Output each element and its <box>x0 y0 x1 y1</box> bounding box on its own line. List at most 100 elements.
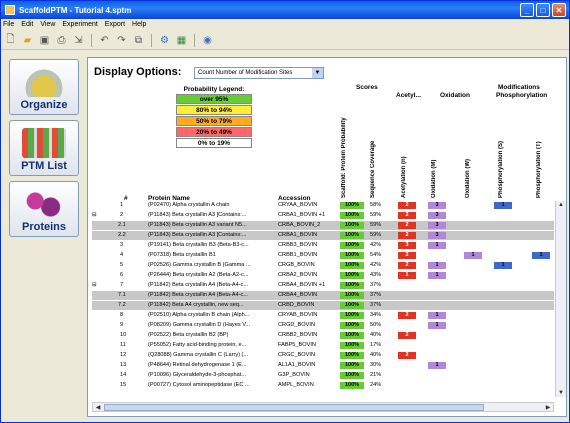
horizontal-scroll-thumb[interactable] <box>104 404 484 411</box>
table-row[interactable]: 14 (P10096) Glyceraldehyde-3-phosphat... G… <box>92 371 554 380</box>
help-icon[interactable]: ◉ <box>201 34 214 47</box>
table-row[interactable]: ⊟ 7 (P11842) Beta crystallin A4 (Beta-A4-c… <box>92 281 554 290</box>
table-row[interactable]: 7.2 (P11842) Beta A4 crystallin, new seq.… <box>92 301 554 310</box>
column-protein-probability-header[interactable]: Scaffold: Protein Probability <box>341 108 347 198</box>
legend-item-label: 0% to 19% <box>197 139 231 147</box>
acetylation-count: 2 <box>398 262 416 269</box>
menu-file[interactable]: File <box>3 21 14 28</box>
probability-badge: 100% <box>340 332 364 339</box>
expand-toggle-icon[interactable]: ⊟ <box>92 281 98 290</box>
phosphorylation-s-count: 1 <box>494 262 512 269</box>
sequence-coverage: 54% <box>370 252 382 258</box>
probability-badge: 100% <box>340 352 364 359</box>
close-button[interactable]: ✕ <box>552 3 566 17</box>
scroll-up-icon[interactable]: ▲ <box>556 201 566 209</box>
new-file-icon[interactable]: 🗋 <box>4 34 17 47</box>
table-grid-icon <box>22 128 66 158</box>
protein-molecule-icon <box>22 189 66 219</box>
row-number: 7.1 <box>118 292 126 298</box>
column-oxidation-m-header[interactable]: Oxidation (M) <box>431 148 437 198</box>
nav-ptm-list-button[interactable]: PTM List <box>9 120 79 176</box>
table-row[interactable]: 6 (P26444) Beta crystallin A2 (Beta-A2-c.… <box>92 271 554 280</box>
protein-name: (P11843) Beta crystallin A3 variant N5..… <box>148 222 247 228</box>
sequence-coverage: 42% <box>370 242 382 248</box>
table-row[interactable]: 2.1 (P11843) Beta crystallin A3 variant N… <box>92 221 554 230</box>
settings-icon[interactable]: ⚙ <box>158 34 171 47</box>
sequence-coverage: 37% <box>370 302 382 308</box>
acetylation-count: 1 <box>398 272 416 279</box>
column-sequence-coverage-header[interactable]: Sequence Coverage <box>370 116 376 198</box>
row-number: 12 <box>120 352 127 358</box>
minimize-button[interactable]: _ <box>520 3 534 17</box>
table-row[interactable]: 11 (P55052) Fatty acid-binding protein, e… <box>92 341 554 350</box>
table-row[interactable]: 3 (P19141) Beta crystallin B3 (Beta-B3-c.… <box>92 241 554 250</box>
row-number: 11 <box>120 342 126 348</box>
protein-name: (P11842) Beta crystallin A4 (Beta-A4-c..… <box>148 282 249 288</box>
column-phosphorylation-s-header[interactable]: Phosphorylation (S) <box>498 130 504 198</box>
menu-edit[interactable]: Edit <box>21 21 33 28</box>
table-row[interactable]: 8 (P02510) Alpha crystallin B chain (Alph… <box>92 311 554 320</box>
app-icon <box>5 5 15 15</box>
open-folder-icon[interactable]: ▰ <box>21 34 34 47</box>
probability-badge: 100% <box>340 202 364 209</box>
flask-icon <box>22 67 66 97</box>
probability-badge: 100% <box>340 282 364 289</box>
scroll-left-icon[interactable]: ◀ <box>93 403 103 411</box>
toolbar-separator <box>194 34 195 47</box>
probability-badge: 100% <box>340 272 364 279</box>
menu-experiment[interactable]: Experiment <box>62 21 97 28</box>
maximize-button[interactable]: □ <box>536 3 550 17</box>
nav-organize-button[interactable]: Organize <box>9 59 79 115</box>
probability-badge: 100% <box>340 242 364 249</box>
acetyl-group-header: Acetyl... <box>396 92 421 99</box>
app-window: ScaffoldPTM - Tutorial 4.sptm _ □ ✕ File… <box>0 0 570 423</box>
menu-view[interactable]: View <box>40 21 55 28</box>
table-row[interactable]: 1 (P02470) Alpha crystallin A chain CRYAA_… <box>92 201 554 210</box>
save-icon[interactable]: ▣ <box>38 34 51 47</box>
column-oxidation-w-header[interactable]: Oxidation (W) <box>465 148 471 198</box>
modifications-header: Modifications <box>498 84 540 91</box>
protein-name: (Q28088) Gamma crystallin C (Larry) (... <box>148 352 249 358</box>
protein-name: (P11842) Beta A4 crystallin, new seq... <box>148 302 244 308</box>
undo-icon[interactable]: ↶ <box>98 34 111 47</box>
row-number: 15 <box>120 382 127 388</box>
scroll-down-icon[interactable]: ▼ <box>556 389 566 397</box>
nav-proteins-button[interactable]: Proteins <box>9 181 79 237</box>
protein-name: (P11843) Beta crystallin A3 [Contains:..… <box>148 232 247 238</box>
display-options-select[interactable]: Count Number of Modification Sites ▼ <box>194 67 324 79</box>
horizontal-scrollbar[interactable]: ◀ ▶ <box>92 402 554 412</box>
table-row[interactable]: 7.1 (P11842) Beta crystallin A4 (Beta-A4-… <box>92 291 554 300</box>
table-row[interactable]: 15 (P00727) Cytosol aminopeptidase (EC ..… <box>92 381 554 390</box>
sequence-coverage: 40% <box>370 332 382 338</box>
menu-help[interactable]: Help <box>132 21 146 28</box>
menu-export[interactable]: Export <box>105 21 125 28</box>
sequence-coverage: 59% <box>370 212 382 218</box>
scroll-right-icon[interactable]: ▶ <box>543 403 553 411</box>
sequence-coverage: 17% <box>370 342 382 348</box>
copy-icon[interactable]: ⧉ <box>132 34 145 47</box>
chart-icon[interactable]: ▦ <box>175 34 188 47</box>
protein-name: (P02510) Alpha crystallin B chain (Alph.… <box>148 312 250 318</box>
redo-icon[interactable]: ↷ <box>115 34 128 47</box>
table-row[interactable]: 4 (P07318) Beta crystallin B1 CRBB1_BOVIN 1… <box>92 251 554 260</box>
expand-toggle-icon[interactable]: ⊟ <box>92 211 98 220</box>
phosphorylation-group-header: Phosphorylation <box>496 92 548 99</box>
protein-name: (P08209) Gamma crystallin D (Hayes V... <box>148 322 251 328</box>
vertical-scrollbar[interactable]: ▲ ▼ <box>555 201 566 397</box>
table-row[interactable]: 5 (P02526) Gamma crystallin B (Gamma ... C… <box>92 261 554 270</box>
protein-name: (P48644) Retinal dehydrogenase 1 (E... <box>148 362 247 368</box>
column-phosphorylation-t-header[interactable]: Phosphorylation (T) <box>536 130 542 198</box>
probability-badge: 100% <box>340 372 364 379</box>
table-row[interactable]: 13 (P48644) Retinal dehydrogenase 1 (E...… <box>92 361 554 370</box>
table-row[interactable]: 12 (Q28088) Gamma crystallin C (Larry) (.… <box>92 351 554 360</box>
column-acetylation-header[interactable]: Acetylation (n) <box>401 140 407 198</box>
print-icon[interactable]: ⎙ <box>55 34 68 47</box>
export-icon[interactable]: ⇲ <box>72 34 85 47</box>
legend-item: 20% to 49% <box>176 127 252 137</box>
chevron-down-icon[interactable]: ▼ <box>312 68 323 78</box>
table-row[interactable]: ⊟ 2 (P11843) Beta crystallin A3 [Contains:… <box>92 211 554 220</box>
table-row[interactable]: 10 (P02522) Beta crystallin B2 (BP) CRBB2_… <box>92 331 554 340</box>
table-row[interactable]: 9 (P08209) Gamma crystallin D (Hayes V...… <box>92 321 554 330</box>
oxidation-m-count: 1 <box>428 312 446 319</box>
table-row[interactable]: 2.2 (P11843) Beta crystallin A3 [Contains… <box>92 231 554 240</box>
